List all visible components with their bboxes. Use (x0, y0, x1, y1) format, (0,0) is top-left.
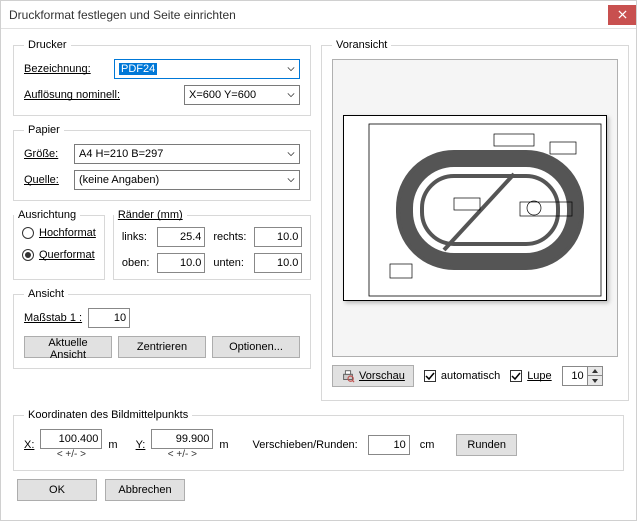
checkbox-icon (510, 370, 522, 382)
landscape-label: Querformat (39, 249, 95, 261)
paper-source-value: (keine Angaben) (79, 174, 159, 186)
loupe-checkbox[interactable]: Lupe (510, 370, 551, 382)
radio-icon (22, 249, 34, 261)
y-pm-hint: < +/- > (168, 449, 197, 460)
current-view-button[interactable]: Aktuelle Ansicht (24, 336, 112, 358)
preview-button[interactable]: Vorschau (332, 365, 414, 387)
paper-size-combo[interactable]: A4 H=210 B=297 (74, 144, 300, 164)
view-group: Ansicht Maßstab 1 : Aktuelle Ansicht Zen… (13, 288, 311, 369)
auto-checkbox[interactable]: automatisch (424, 370, 500, 382)
scale-label: Maßstab 1 : (24, 312, 82, 324)
print-preview-icon (341, 369, 355, 383)
window-title: Druckformat festlegen und Seite einricht… (9, 8, 236, 22)
margin-left-label: links: (122, 231, 150, 243)
paper-legend: Papier (24, 124, 64, 136)
track-plan-icon (344, 116, 608, 302)
margin-bottom-input[interactable] (254, 253, 302, 273)
printer-name-value: PDF24 (119, 63, 157, 75)
chevron-down-icon (287, 151, 295, 157)
spin-down-button[interactable] (588, 376, 602, 385)
radio-icon (22, 227, 34, 239)
paper-size-label: Größe: (24, 148, 74, 160)
coords-group: Koordinaten des Bildmittelpunkts X: < +/… (13, 409, 624, 471)
chevron-down-icon (287, 177, 295, 183)
y-unit: m (219, 439, 228, 451)
titlebar: Druckformat festlegen und Seite einricht… (1, 1, 636, 29)
y-input[interactable] (151, 429, 213, 449)
close-icon (618, 10, 627, 19)
margin-bottom-label: unten: (213, 257, 246, 269)
x-pm-hint: < +/- > (57, 449, 86, 460)
printer-legend: Drucker (24, 39, 71, 51)
margin-top-input[interactable] (157, 253, 205, 273)
chevron-down-icon (287, 66, 295, 72)
orientation-group: Ausrichtung Hochformat Querformat (13, 209, 105, 280)
preview-legend: Voransicht (332, 39, 391, 51)
radio-portrait[interactable]: Hochformat (22, 227, 96, 239)
loupe-spinner[interactable] (562, 366, 603, 386)
checkbox-icon (424, 370, 436, 382)
margins-legend: Ränder (mm) (114, 209, 187, 221)
y-label: Y: (136, 439, 146, 451)
margin-left-input[interactable] (157, 227, 205, 247)
ok-button[interactable]: OK (17, 479, 97, 501)
paper-group: Papier Größe: A4 H=210 B=297 Quelle: (ke… (13, 124, 311, 201)
paper-source-label: Quelle: (24, 174, 74, 186)
spin-up-button[interactable] (588, 367, 602, 376)
paper-source-combo[interactable]: (keine Angaben) (74, 170, 300, 190)
x-label: X: (24, 439, 34, 451)
loupe-value-input[interactable] (562, 366, 588, 386)
dialog-window: Druckformat festlegen und Seite einricht… (0, 0, 637, 521)
x-input[interactable] (40, 429, 102, 449)
round-button[interactable]: Runden (456, 434, 517, 456)
orientation-legend: Ausrichtung (14, 209, 80, 221)
margin-right-input[interactable] (254, 227, 302, 247)
view-legend: Ansicht (24, 288, 68, 300)
printer-res-combo[interactable]: X=600 Y=600 (184, 85, 300, 105)
auto-label: automatisch (441, 370, 500, 382)
preview-sheet (343, 115, 607, 301)
cancel-button[interactable]: Abbrechen (105, 479, 185, 501)
options-button[interactable]: Optionen... (212, 336, 300, 358)
paper-size-value: A4 H=210 B=297 (79, 148, 163, 160)
margins-group: Ränder (mm) links: rechts: oben: unten: (113, 209, 312, 280)
printer-name-label: Bezeichnung: (24, 63, 114, 75)
close-button[interactable] (608, 5, 636, 25)
printer-res-label: Auflösung nominell: (24, 89, 184, 101)
printer-res-value: X=600 Y=600 (189, 89, 256, 101)
radio-landscape[interactable]: Querformat (22, 249, 96, 261)
preview-group: Voransicht (321, 39, 629, 401)
scale-input[interactable] (88, 308, 130, 328)
preview-viewport (332, 59, 618, 357)
shift-label: Verschieben/Runden: (253, 439, 358, 451)
printer-group: Drucker Bezeichnung: PDF24 Auflösung nom… (13, 39, 311, 116)
shift-unit: cm (420, 439, 435, 451)
portrait-label: Hochformat (39, 227, 96, 239)
margin-top-label: oben: (122, 257, 150, 269)
coords-legend: Koordinaten des Bildmittelpunkts (24, 409, 192, 421)
center-button[interactable]: Zentrieren (118, 336, 206, 358)
loupe-label: Lupe (527, 370, 551, 382)
shift-input[interactable] (368, 435, 410, 455)
chevron-down-icon (287, 92, 295, 98)
margin-right-label: rechts: (213, 231, 246, 243)
preview-button-label: Vorschau (359, 370, 405, 382)
printer-name-combo[interactable]: PDF24 (114, 59, 300, 79)
x-unit: m (108, 439, 117, 451)
